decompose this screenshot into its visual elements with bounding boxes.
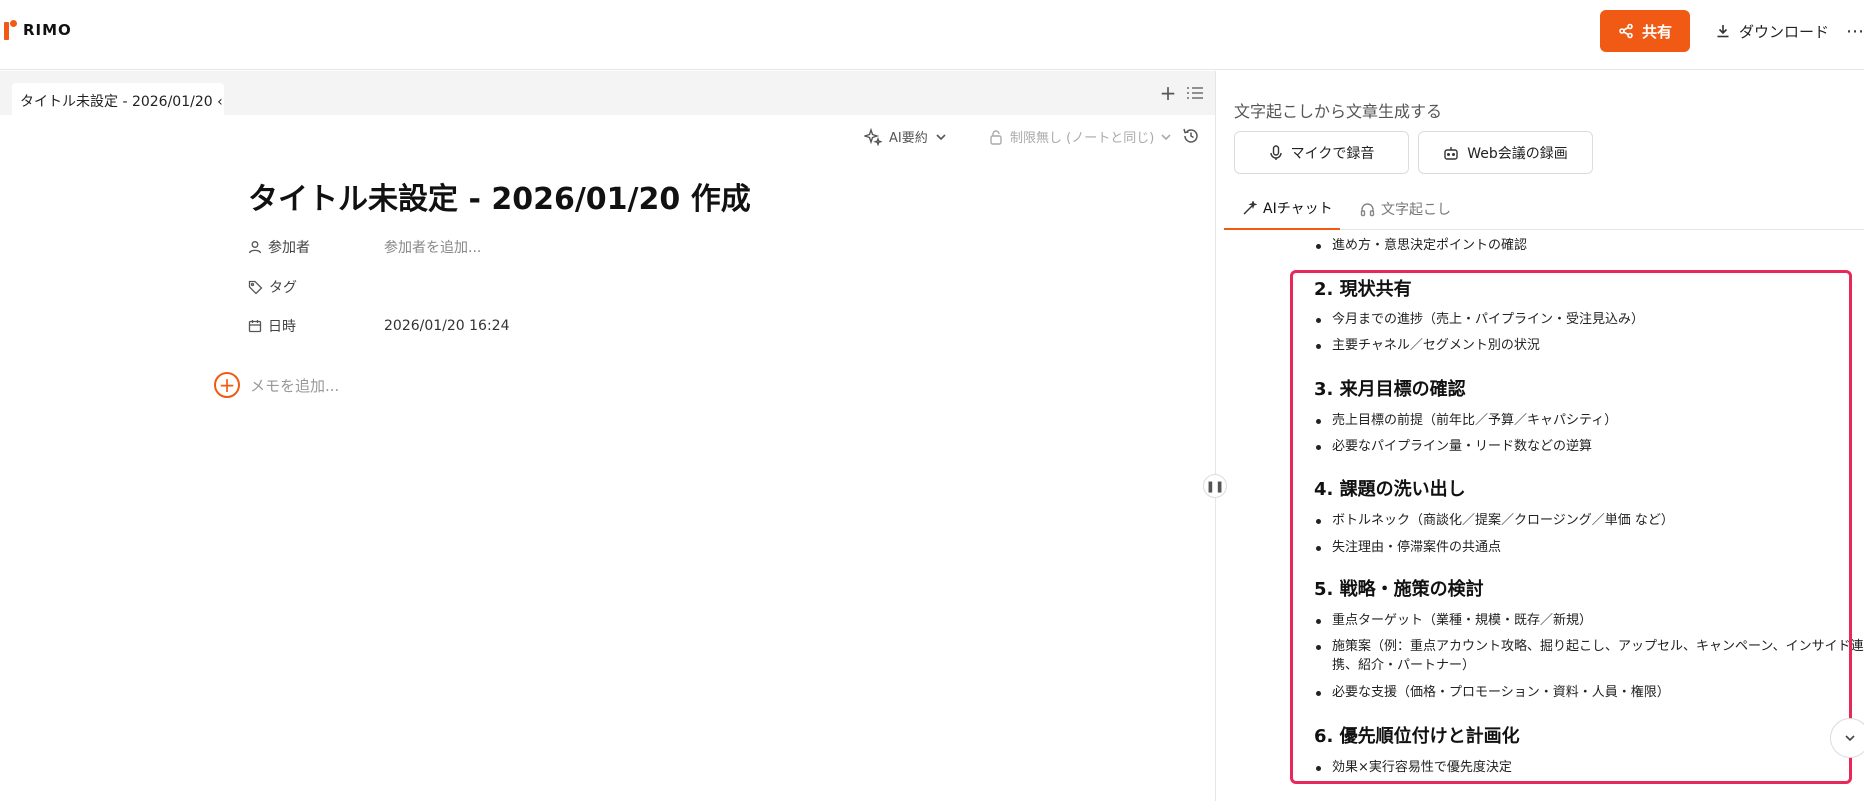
list-item: 必要なパイプライン量・リード数などの逆算 (1315, 439, 1593, 454)
more-dots-icon: ⋯ (1846, 20, 1864, 42)
section-heading: 5. 戦略・施策の検討 (1314, 579, 1484, 600)
ai-chat-content: 進め方・意思決定ポイントの確認 2. 現状共有 今月までの進捗（売上・パイプライ… (1224, 231, 1864, 801)
tab-ai-chat[interactable]: AIチャット (1224, 188, 1340, 230)
section-heading: 3. 来月目標の確認 (1314, 379, 1466, 400)
list-item-continuation: 携、紹介・パートナー） (1332, 658, 1476, 673)
share-button[interactable]: 共有 (1600, 10, 1690, 52)
logo-mark-icon (4, 20, 17, 40)
sparkle-icon (864, 127, 882, 146)
plus-circle-icon: + (214, 372, 240, 398)
tab-transcript[interactable]: 文字起こし (1360, 188, 1451, 230)
ai-summary-label: AI要約 (889, 131, 928, 146)
chevron-down-icon (935, 131, 947, 143)
share-label: 共有 (1641, 22, 1672, 41)
magic-wand-icon (1242, 200, 1257, 216)
share-icon (1618, 23, 1634, 39)
section-heading: 2. 現状共有 (1314, 279, 1412, 300)
web-meeting-record-label: Web会議の録画 (1467, 145, 1568, 162)
list-item: 必要な支援（価格・プロモーション・資料・人員・権限） (1316, 685, 1670, 700)
add-memo-label: メモを追加... (250, 376, 340, 395)
section-heading: 6. 優先順位付けと計画化 (1314, 726, 1520, 747)
section-heading: 4. 課題の洗い出し (1314, 479, 1466, 500)
download-label: ダウンロード (1738, 22, 1829, 41)
list-item: 今月までの進捗（売上・パイプライン・受注見込み） (1315, 312, 1645, 327)
panel-divider (1215, 71, 1216, 801)
restriction-label: 制限無し (ノートと同じ) (1010, 131, 1155, 146)
tab-list-icon[interactable] (1186, 85, 1206, 103)
tab-transcript-label: 文字起こし (1381, 202, 1451, 218)
headphones-icon (1360, 202, 1375, 217)
date-value[interactable]: 2026/01/20 16:24 (384, 318, 510, 334)
participants-input[interactable]: 参加者を追加... (384, 237, 481, 257)
ai-summary-dropdown[interactable]: AI要約 (864, 127, 947, 146)
history-icon[interactable] (1182, 127, 1200, 145)
list-item: ボトルネック（商談化／提案／クロージング／単価 など） (1316, 513, 1674, 528)
scroll-to-bottom-button[interactable] (1830, 718, 1864, 758)
mic-record-label: マイクで録音 (1290, 145, 1375, 162)
list-item: 効果×実行容易性で優先度決定 (1316, 760, 1512, 775)
app-logo[interactable]: RIMO (4, 20, 72, 40)
download-icon (1715, 23, 1731, 39)
editor-toolbar: AI要約 制限無し (ノートと同じ) (0, 115, 1215, 159)
person-icon (248, 240, 262, 254)
top-bar: RIMO 共有 ダウンロード ⋯ (0, 0, 1864, 70)
mic-record-button[interactable]: マイクで録音 (1234, 131, 1409, 174)
logo-text: RIMO (23, 21, 72, 39)
chevron-down-icon (1843, 731, 1857, 745)
list-item: 主要チャネル／セグメント別の状況 (1316, 338, 1540, 353)
document-tab-strip: タイトル未設定 - 2026/01/20 ‹ + (0, 71, 1215, 115)
list-item: 施策案（例：重点アカウント攻略、掘り起こし、アップセル、キャンペーン、インサイド… (1316, 639, 1864, 654)
web-meeting-record-button[interactable]: Web会議の録画 (1418, 131, 1593, 174)
participants-row: 参加者 参加者を追加... (248, 235, 481, 259)
date-row: 日時 2026/01/20 16:24 (248, 314, 510, 338)
download-button[interactable]: ダウンロード (1712, 10, 1832, 52)
list-item: 売上目標の前提（前年比／予算／キャパシティ） (1315, 413, 1618, 428)
list-item: 失注理由・停滞案件の共通点 (1315, 540, 1502, 555)
list-item: 重点ターゲット（業種・規模・既存／新規） (1315, 613, 1593, 628)
tab-ai-chat-label: AIチャット (1263, 201, 1333, 217)
tags-label: タグ (269, 280, 297, 296)
document-tab[interactable]: タイトル未設定 - 2026/01/20 ‹ (12, 83, 224, 115)
access-restriction-dropdown[interactable]: 制限無し (ノートと同じ) (988, 127, 1172, 146)
generate-heading: 文字起こしから文章生成する (1234, 102, 1443, 121)
bot-icon (1443, 146, 1459, 160)
list-item: 進め方・意思決定ポイントの確認 (1315, 238, 1528, 253)
more-options-button[interactable]: ⋯ (1846, 18, 1864, 44)
lock-icon (988, 129, 1004, 145)
document-title[interactable]: タイトル未設定 - 2026/01/20 作成 (248, 174, 751, 218)
right-panel-tabs: AIチャット 文字起こし (1224, 188, 1864, 230)
date-label: 日時 (268, 319, 296, 335)
chevron-down-icon (1160, 131, 1172, 143)
calendar-icon (248, 319, 262, 333)
tags-row: タグ (248, 275, 384, 299)
add-tab-icon[interactable]: + (1158, 83, 1178, 103)
microphone-icon (1269, 144, 1283, 161)
tag-icon (248, 280, 263, 295)
add-memo-button[interactable]: + メモを追加... (214, 372, 339, 398)
participants-label: 参加者 (268, 240, 310, 256)
